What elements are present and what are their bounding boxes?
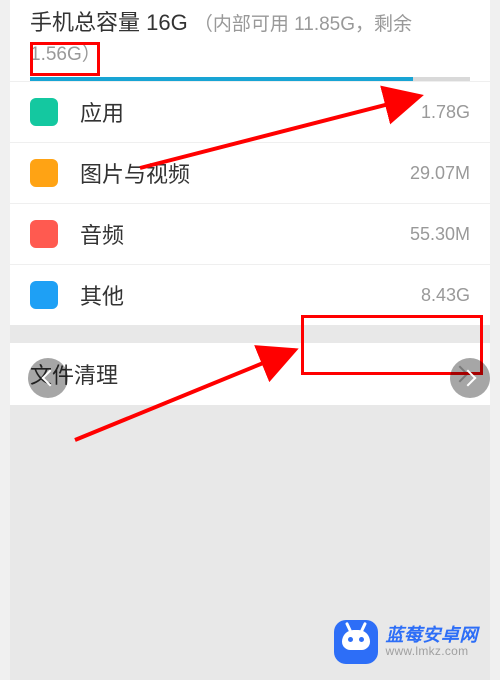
watermark-title: 蓝莓安卓网: [386, 625, 479, 646]
audio-size: 55.30M: [410, 224, 470, 245]
category-row-media[interactable]: 图片与视频 29.07M: [10, 142, 490, 203]
media-label: 图片与视频: [80, 157, 410, 189]
storage-screen: 手机总容量 16G （内部可用 11.85G，剩余1.56G） 应用 1.78G…: [10, 0, 490, 680]
file-cleanup-row[interactable]: 文件清理: [10, 343, 490, 405]
other-color-icon: [30, 281, 58, 309]
media-size: 29.07M: [410, 163, 470, 184]
watermark-url: www.lmkz.com: [386, 645, 479, 659]
other-size: 8.43G: [421, 285, 470, 306]
watermark: 蓝莓安卓网 www.lmkz.com: [334, 620, 479, 664]
chevron-left-icon: [42, 370, 59, 387]
storage-progress-fill: [30, 77, 413, 81]
gallery-next-button[interactable]: [450, 358, 490, 398]
apps-label: 应用: [80, 96, 421, 128]
category-row-other[interactable]: 其他 8.43G: [10, 264, 490, 325]
audio-label: 音频: [80, 218, 410, 250]
chevron-right-icon: [460, 370, 477, 387]
storage-panel: 手机总容量 16G （内部可用 11.85G，剩余1.56G） 应用 1.78G…: [10, 0, 490, 325]
apps-color-icon: [30, 98, 58, 126]
other-label: 其他: [80, 279, 421, 311]
gallery-prev-button[interactable]: [28, 358, 68, 398]
apps-size: 1.78G: [421, 102, 470, 123]
storage-progress-bar: [30, 77, 470, 81]
storage-header: 手机总容量 16G （内部可用 11.85G，剩余1.56G）: [10, 0, 490, 81]
media-color-icon: [30, 159, 58, 187]
android-logo-icon: [334, 620, 378, 664]
audio-color-icon: [30, 220, 58, 248]
total-capacity-label: 手机总容量 16G: [30, 10, 188, 35]
storage-title: 手机总容量 16G （内部可用 11.85G，剩余1.56G）: [30, 8, 470, 67]
watermark-text: 蓝莓安卓网 www.lmkz.com: [386, 625, 479, 659]
file-cleanup-label: 文件清理: [30, 358, 454, 390]
cleanup-panel: 文件清理: [10, 343, 490, 405]
category-row-apps[interactable]: 应用 1.78G: [10, 81, 490, 142]
category-row-audio[interactable]: 音频 55.30M: [10, 203, 490, 264]
